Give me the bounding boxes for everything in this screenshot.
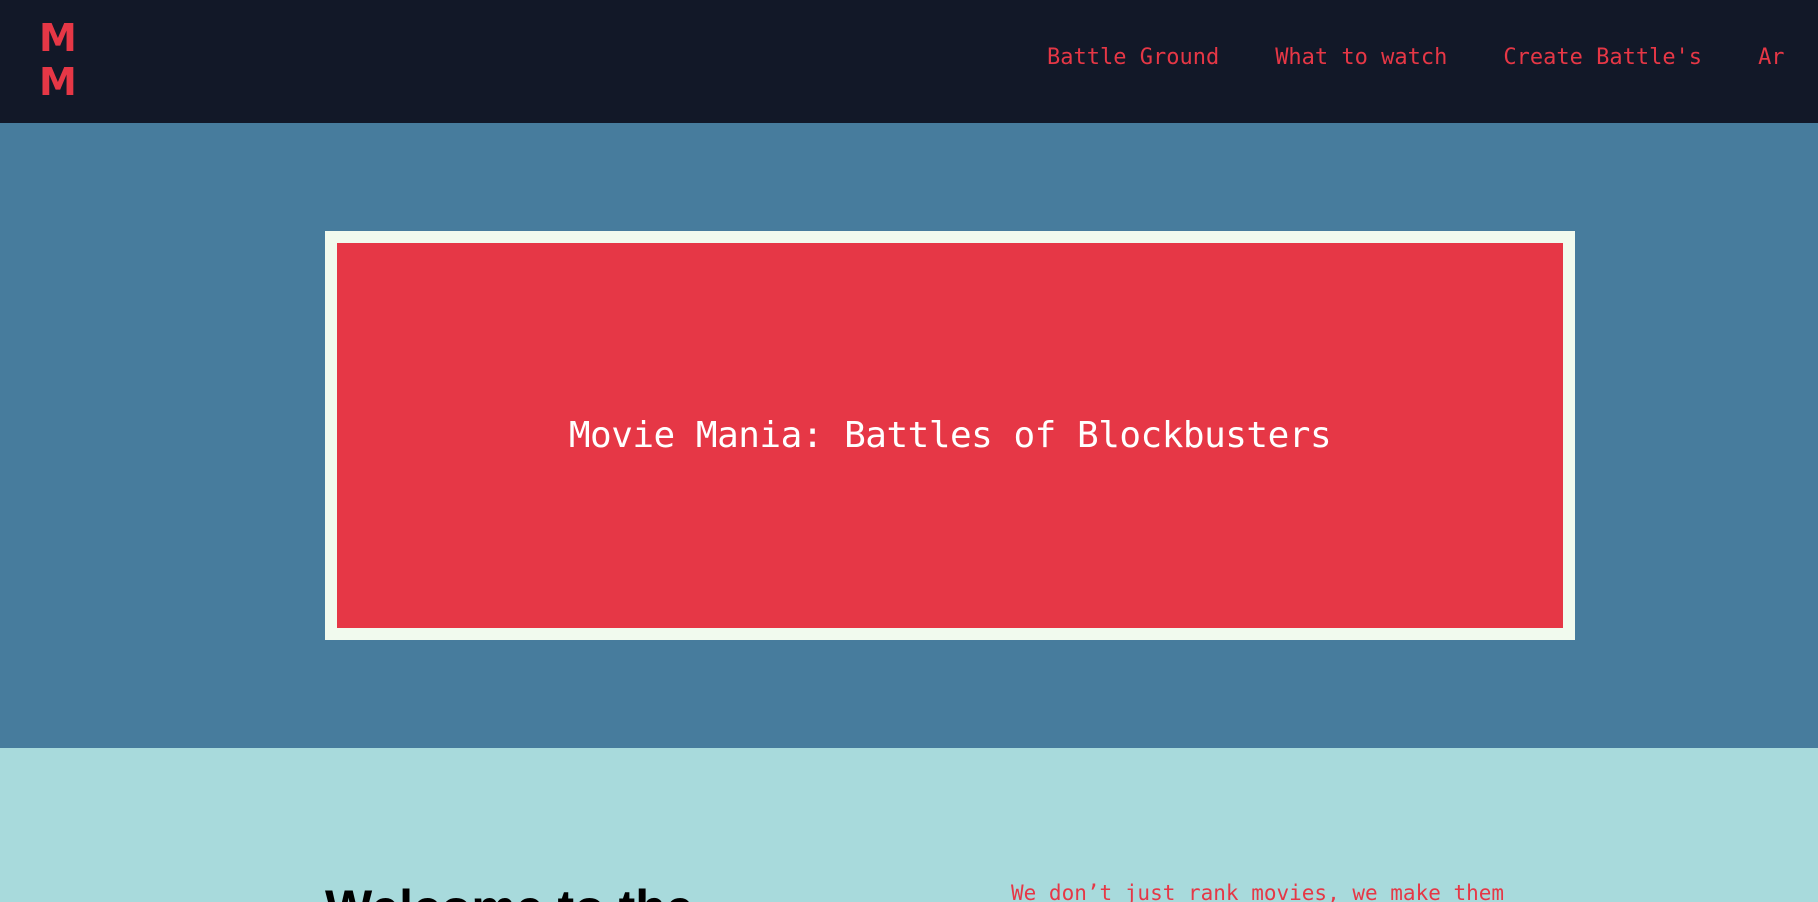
- top-navbar: M M Battle Ground What to watch Create Bat…: [0, 0, 1818, 123]
- main-nav: Battle Ground What to watch Create Battle'…: [1047, 45, 1818, 70]
- intro-heading: Welcome to the: [325, 878, 694, 902]
- site-logo[interactable]: M M: [39, 16, 78, 104]
- hero-title: Movie Mania: Battles of Blockbusters: [568, 415, 1332, 456]
- nav-link-battle-ground[interactable]: Battle Ground: [1047, 45, 1219, 70]
- hero-banner: Movie Mania: Battles of Blockbusters: [337, 243, 1563, 628]
- logo-letter-top: M: [39, 16, 78, 60]
- intro-section: Welcome to the We don’t just rank movies…: [0, 748, 1818, 902]
- logo-letter-bottom: M: [39, 60, 78, 104]
- hero-banner-frame: Movie Mania: Battles of Blockbusters: [325, 231, 1575, 640]
- intro-tagline: We don’t just rank movies, we make them: [1011, 881, 1505, 902]
- hero-section: Movie Mania: Battles of Blockbusters: [0, 123, 1818, 748]
- nav-link-create-battles[interactable]: Create Battle's: [1503, 45, 1702, 70]
- nav-link-what-to-watch[interactable]: What to watch: [1275, 45, 1447, 70]
- nav-link-truncated[interactable]: Ar: [1758, 45, 1785, 70]
